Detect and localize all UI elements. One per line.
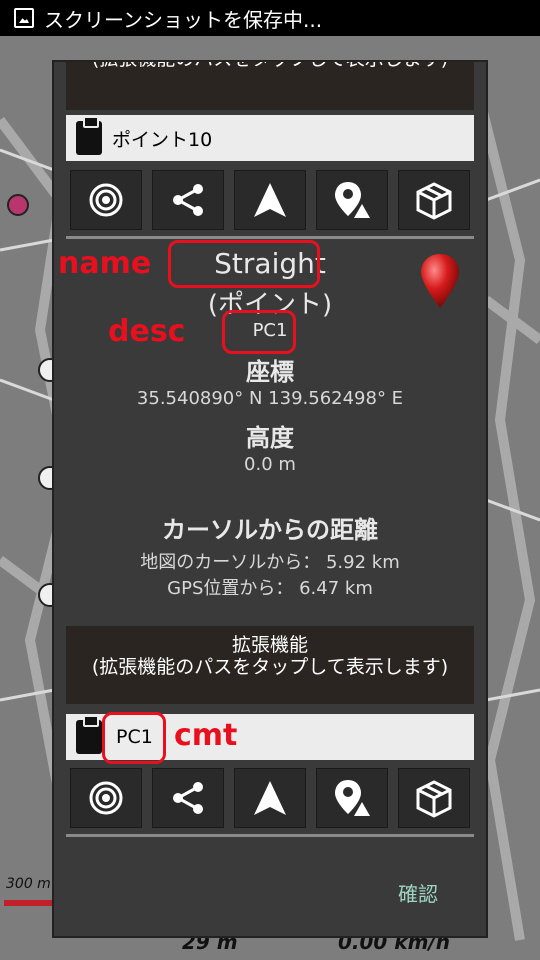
altitude-value: 0.0 m [244,454,296,475]
confirm-button[interactable]: 確認 [398,878,438,907]
clipboard-icon [76,715,102,754]
share-button[interactable] [152,768,224,828]
share-icon [173,782,203,814]
map-scale-label: 300 m [6,876,51,892]
cmt-highlight-box [102,712,166,764]
name-highlight-box [168,240,320,288]
waypoint-dialog: (拡張機能のパスをタップして表示します) ポイント10 Straight (ポイ… [54,62,486,936]
desc-annotation-label: desc [108,314,186,349]
cmt-annotation-label: cmt [174,718,238,753]
waypoint-pin-icon [421,254,459,308]
coords-title: 座標 [246,358,294,386]
extension-header-sub: (拡張機能のパスをタップして表示します) [91,656,449,678]
map-pin-icon [335,780,370,816]
navigate-button[interactable] [234,768,306,828]
package-icon [416,780,452,818]
map-pin-button[interactable] [316,768,388,828]
status-bar: スクリーンショットを保存中... [0,0,540,36]
map-scale-bar [4,900,58,906]
distance-from-gps: GPS位置から： 6.47 km [167,578,373,599]
target-icon [89,781,123,815]
altitude-title: 高度 [246,424,294,452]
target-button[interactable] [70,768,142,828]
divider-bottom [66,834,474,837]
desc-highlight-box [222,310,296,354]
package-button[interactable] [398,768,470,828]
coords-value: 35.540890° N 139.562498° E [136,388,404,409]
screenshot-icon [14,8,34,28]
distance-from-cursor: 地図のカーソルから： 5.92 km [140,552,400,573]
distance-title: カーソルからの距離 [162,516,378,544]
name-annotation-label: name [58,246,152,281]
extension-header-title: 拡張機能 [231,634,308,656]
action-buttons-bottom [70,768,470,828]
extension-header[interactable]: 拡張機能 (拡張機能のパスをタップして表示します) [66,626,474,704]
status-text: スクリーンショットを保存中... [44,7,323,32]
navigate-icon [254,781,286,815]
